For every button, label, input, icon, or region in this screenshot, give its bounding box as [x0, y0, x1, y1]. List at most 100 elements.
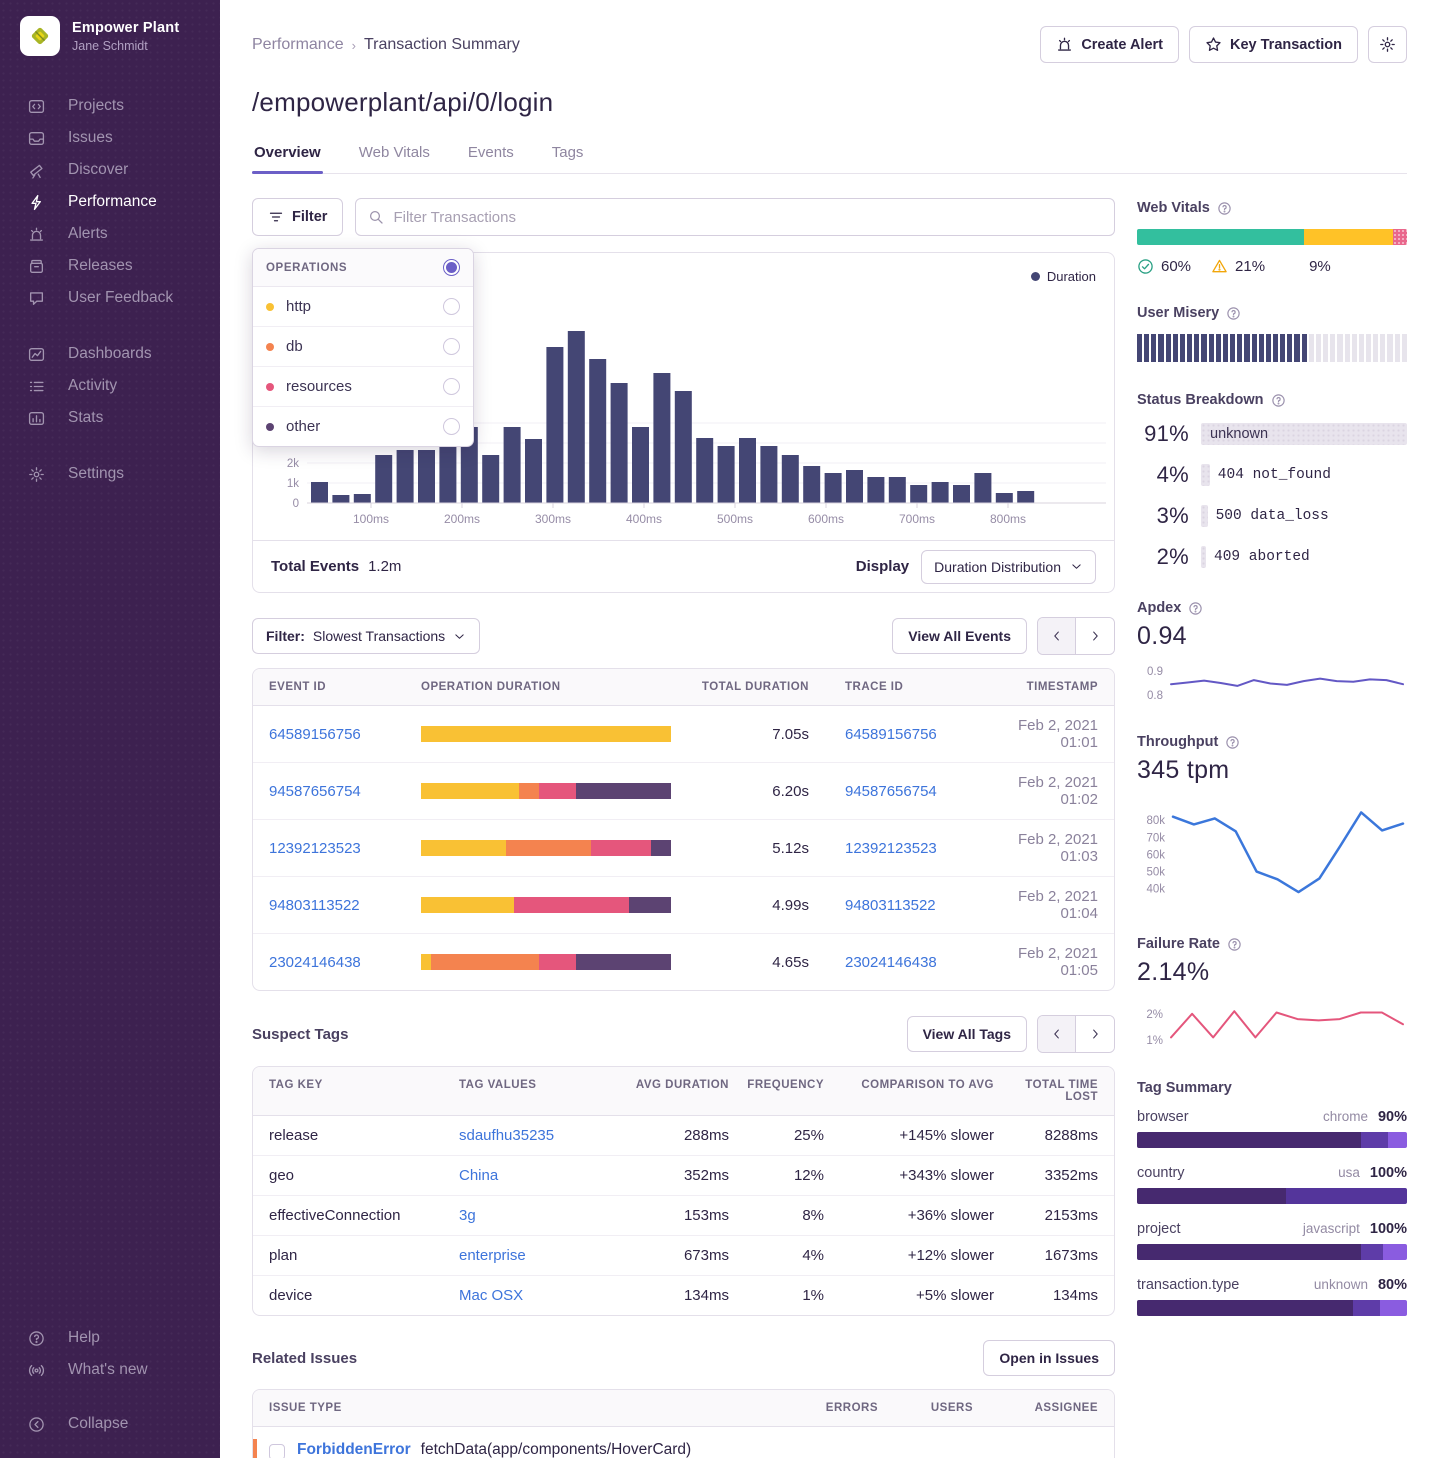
- filter-button[interactable]: Filter: [252, 198, 343, 236]
- histogram-bar[interactable]: [546, 347, 563, 503]
- sidebar-item-help[interactable]: Help: [0, 1322, 220, 1354]
- sidebar-item-settings[interactable]: Settings: [0, 458, 220, 490]
- histogram-bar[interactable]: [568, 331, 585, 503]
- tab-events[interactable]: Events: [466, 144, 516, 173]
- operation-radio[interactable]: [443, 298, 460, 315]
- histogram-bar[interactable]: [311, 482, 328, 503]
- histogram-bar[interactable]: [504, 427, 521, 503]
- events-next-button[interactable]: [1076, 618, 1114, 654]
- operations-option-other[interactable]: other: [253, 407, 473, 446]
- histogram-bar[interactable]: [739, 438, 756, 503]
- question-icon[interactable]: [1217, 201, 1232, 216]
- histogram-bar[interactable]: [910, 485, 927, 503]
- histogram-bar[interactable]: [397, 450, 414, 503]
- question-icon[interactable]: [1271, 393, 1286, 408]
- operations-option-http[interactable]: http: [253, 287, 473, 327]
- view-all-tags-button[interactable]: View All Tags: [907, 1016, 1027, 1052]
- tab-overview[interactable]: Overview: [252, 144, 323, 173]
- operation-radio[interactable]: [443, 378, 460, 395]
- sidebar-item-stats[interactable]: Stats: [0, 402, 220, 434]
- event-id-link[interactable]: 64589156756: [269, 726, 361, 743]
- tag-value-link[interactable]: Mac OSX: [459, 1287, 523, 1304]
- transactions-filter-select[interactable]: Filter: Slowest Transactions: [252, 618, 480, 654]
- question-icon[interactable]: [1226, 306, 1241, 321]
- event-id-link[interactable]: 94587656754: [269, 783, 361, 800]
- sidebar-item-user-feedback[interactable]: User Feedback: [0, 282, 220, 314]
- sidebar-item-collapse[interactable]: Collapse: [0, 1408, 220, 1440]
- histogram-bar[interactable]: [718, 446, 735, 503]
- histogram-bar[interactable]: [867, 477, 884, 503]
- tag-value-link[interactable]: China: [459, 1167, 498, 1184]
- operations-option-resources[interactable]: resources: [253, 367, 473, 407]
- tag-value-link[interactable]: enterprise: [459, 1247, 526, 1264]
- sidebar-item-issues[interactable]: Issues: [0, 122, 220, 154]
- trace-id-link[interactable]: 64589156756: [845, 726, 937, 743]
- breadcrumb-performance[interactable]: Performance: [252, 36, 344, 54]
- settings-gear-button[interactable]: [1368, 26, 1407, 63]
- issue-type-link[interactable]: ForbiddenError: [297, 1441, 411, 1458]
- event-id-link[interactable]: 94803113522: [269, 897, 360, 914]
- histogram-bar[interactable]: [332, 495, 349, 503]
- histogram-bar[interactable]: [974, 473, 991, 503]
- sidebar-item-alerts[interactable]: Alerts: [0, 218, 220, 250]
- operation-radio[interactable]: [443, 338, 460, 355]
- histogram-bar[interactable]: [632, 427, 649, 503]
- sidebar-item-activity[interactable]: Activity: [0, 370, 220, 402]
- sidebar-item-releases[interactable]: Releases: [0, 250, 220, 282]
- tags-next-button[interactable]: [1076, 1016, 1114, 1052]
- histogram-bar[interactable]: [932, 482, 949, 503]
- issue-checkbox[interactable]: [269, 1444, 285, 1458]
- create-alert-button[interactable]: Create Alert: [1040, 26, 1179, 63]
- histogram-bar[interactable]: [803, 466, 820, 503]
- histogram-bar[interactable]: [653, 373, 670, 503]
- histogram-bar[interactable]: [354, 494, 371, 503]
- question-icon[interactable]: [1227, 937, 1242, 952]
- histogram-bar[interactable]: [696, 438, 713, 503]
- open-in-issues-button[interactable]: Open in Issues: [983, 1340, 1115, 1376]
- tags-prev-button[interactable]: [1038, 1016, 1076, 1052]
- histogram-bar[interactable]: [825, 473, 842, 503]
- histogram-bar[interactable]: [953, 485, 970, 503]
- tag-value-link[interactable]: 3g: [459, 1207, 476, 1224]
- view-all-events-button[interactable]: View All Events: [892, 618, 1027, 654]
- sidebar-item-performance[interactable]: Performance: [0, 186, 220, 218]
- sidebar-item-dashboards[interactable]: Dashboards: [0, 338, 220, 370]
- search-input[interactable]: [393, 209, 1102, 226]
- sidebar-item-projects[interactable]: Projects: [0, 90, 220, 122]
- key-transaction-button[interactable]: Key Transaction: [1189, 26, 1358, 63]
- event-id-link[interactable]: 12392123523: [269, 840, 361, 857]
- trace-id-link[interactable]: 23024146438: [845, 954, 937, 971]
- operations-option-db[interactable]: db: [253, 327, 473, 367]
- question-icon[interactable]: [1188, 601, 1203, 616]
- histogram-bar[interactable]: [782, 455, 799, 503]
- tag-value-link[interactable]: sdaufhu35235: [459, 1127, 554, 1144]
- trace-id-link[interactable]: 94803113522: [845, 897, 936, 914]
- operations-dropdown-header[interactable]: OPERATIONS: [253, 249, 473, 287]
- histogram-bar[interactable]: [1017, 491, 1034, 503]
- trace-id-link[interactable]: 12392123523: [845, 840, 937, 857]
- org-switcher[interactable]: Empower Plant Jane Schmidt: [0, 16, 220, 56]
- events-prev-button[interactable]: [1038, 618, 1076, 654]
- question-icon[interactable]: [1225, 735, 1240, 750]
- histogram-bar[interactable]: [418, 450, 435, 503]
- histogram-bar[interactable]: [375, 455, 392, 503]
- histogram-bar[interactable]: [996, 493, 1013, 503]
- display-select[interactable]: Duration Distribution: [921, 550, 1096, 584]
- histogram-bar[interactable]: [482, 455, 499, 503]
- sidebar-item-what-s-new[interactable]: What's new: [0, 1354, 220, 1386]
- histogram-bar[interactable]: [675, 391, 692, 503]
- histogram-bar[interactable]: [760, 446, 777, 503]
- histogram-bar[interactable]: [589, 359, 606, 503]
- tab-tags[interactable]: Tags: [550, 144, 586, 173]
- tab-web-vitals[interactable]: Web Vitals: [357, 144, 432, 173]
- operation-radio[interactable]: [443, 418, 460, 435]
- histogram-bar[interactable]: [611, 383, 628, 503]
- histogram-bar[interactable]: [439, 441, 456, 503]
- histogram-bar[interactable]: [525, 439, 542, 503]
- trace-id-link[interactable]: 94587656754: [845, 783, 937, 800]
- histogram-bar[interactable]: [846, 470, 863, 503]
- sidebar-item-discover[interactable]: Discover: [0, 154, 220, 186]
- operations-all-radio[interactable]: [443, 259, 460, 276]
- histogram-bar[interactable]: [889, 477, 906, 503]
- event-id-link[interactable]: 23024146438: [269, 954, 361, 971]
